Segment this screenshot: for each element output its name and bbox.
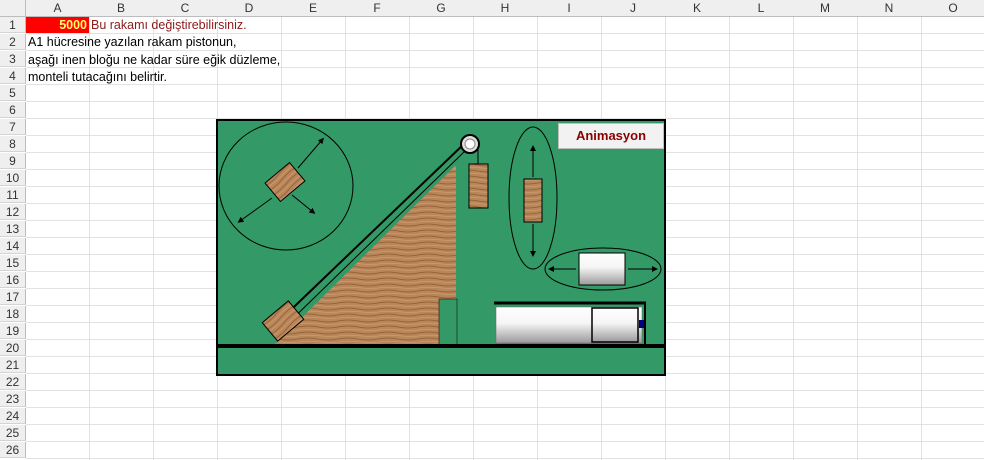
column-header-n[interactable]: N — [857, 0, 922, 17]
row-header-9[interactable]: 9 — [0, 153, 26, 169]
column-header-a[interactable]: A — [26, 0, 90, 17]
piston-cylinder-icon — [578, 252, 626, 286]
column-header-k[interactable]: K — [665, 0, 730, 17]
piston-head — [591, 307, 639, 343]
row-header-7[interactable]: 7 — [0, 119, 26, 135]
wood-block-icon — [264, 161, 306, 203]
column-header-b[interactable]: B — [89, 0, 154, 17]
row-header-17[interactable]: 17 — [0, 289, 26, 305]
row-header-12[interactable]: 12 — [0, 204, 26, 220]
cell-a1-value[interactable]: 5000 — [26, 17, 89, 33]
cell-b1-note[interactable]: Bu rakamı değiştirebilirsiniz. — [91, 17, 247, 33]
column-header-c[interactable]: C — [153, 0, 218, 17]
hanging-weight — [468, 163, 489, 209]
row-gridline — [26, 441, 984, 442]
row-header-21[interactable]: 21 — [0, 357, 26, 373]
row-header-23[interactable]: 23 — [0, 391, 26, 407]
row-gridline — [26, 84, 984, 85]
row-gridline — [26, 458, 984, 459]
row-header-16[interactable]: 16 — [0, 272, 26, 288]
row-header-18[interactable]: 18 — [0, 306, 26, 322]
row-header-26[interactable]: 26 — [0, 442, 26, 458]
row-gridline — [26, 50, 984, 51]
row-header-8[interactable]: 8 — [0, 136, 26, 152]
select-all-corner[interactable] — [0, 0, 26, 17]
row-header-1[interactable]: 1 — [0, 17, 26, 33]
row-header-25[interactable]: 25 — [0, 425, 26, 441]
row-header-11[interactable]: 11 — [0, 187, 26, 203]
row-header-3[interactable]: 3 — [0, 51, 26, 67]
cell-a2-text[interactable]: A1 hücresine yazılan rakam pistonun, — [28, 34, 236, 50]
animation-button[interactable]: Animasyon — [558, 123, 664, 149]
row-header-10[interactable]: 10 — [0, 170, 26, 186]
column-header-g[interactable]: G — [409, 0, 474, 17]
cell-a3-text[interactable]: aşağı inen bloğu ne kadar süre eğik düzl… — [28, 52, 280, 68]
row-header-4[interactable]: 4 — [0, 68, 26, 84]
row-header-22[interactable]: 22 — [0, 374, 26, 390]
row-gridline — [26, 407, 984, 408]
row-header-6[interactable]: 6 — [0, 102, 26, 118]
row-header-20[interactable]: 20 — [0, 340, 26, 356]
column-header-j[interactable]: J — [601, 0, 666, 17]
column-header-h[interactable]: H — [473, 0, 538, 17]
scene-drawing — [218, 121, 664, 348]
column-header-i[interactable]: I — [537, 0, 602, 17]
column-header-d[interactable]: D — [217, 0, 282, 17]
row-gridline — [26, 101, 984, 102]
animation-scene: Animasyon — [216, 119, 666, 376]
row-header-24[interactable]: 24 — [0, 408, 26, 424]
row-header-5[interactable]: 5 — [0, 85, 26, 101]
column-header-m[interactable]: M — [793, 0, 858, 17]
column-header-e[interactable]: E — [281, 0, 346, 17]
column-header-f[interactable]: F — [345, 0, 410, 17]
column-header-o[interactable]: O — [921, 0, 984, 17]
column-header-l[interactable]: L — [729, 0, 794, 17]
row-gridline — [26, 390, 984, 391]
cell-a4-text[interactable]: monteli tutacağını belirtir. — [28, 69, 167, 85]
row-header-2[interactable]: 2 — [0, 34, 26, 50]
row-header-14[interactable]: 14 — [0, 238, 26, 254]
row-header-15[interactable]: 15 — [0, 255, 26, 271]
row-gridline — [26, 424, 984, 425]
row-header-13[interactable]: 13 — [0, 221, 26, 237]
row-header-19[interactable]: 19 — [0, 323, 26, 339]
